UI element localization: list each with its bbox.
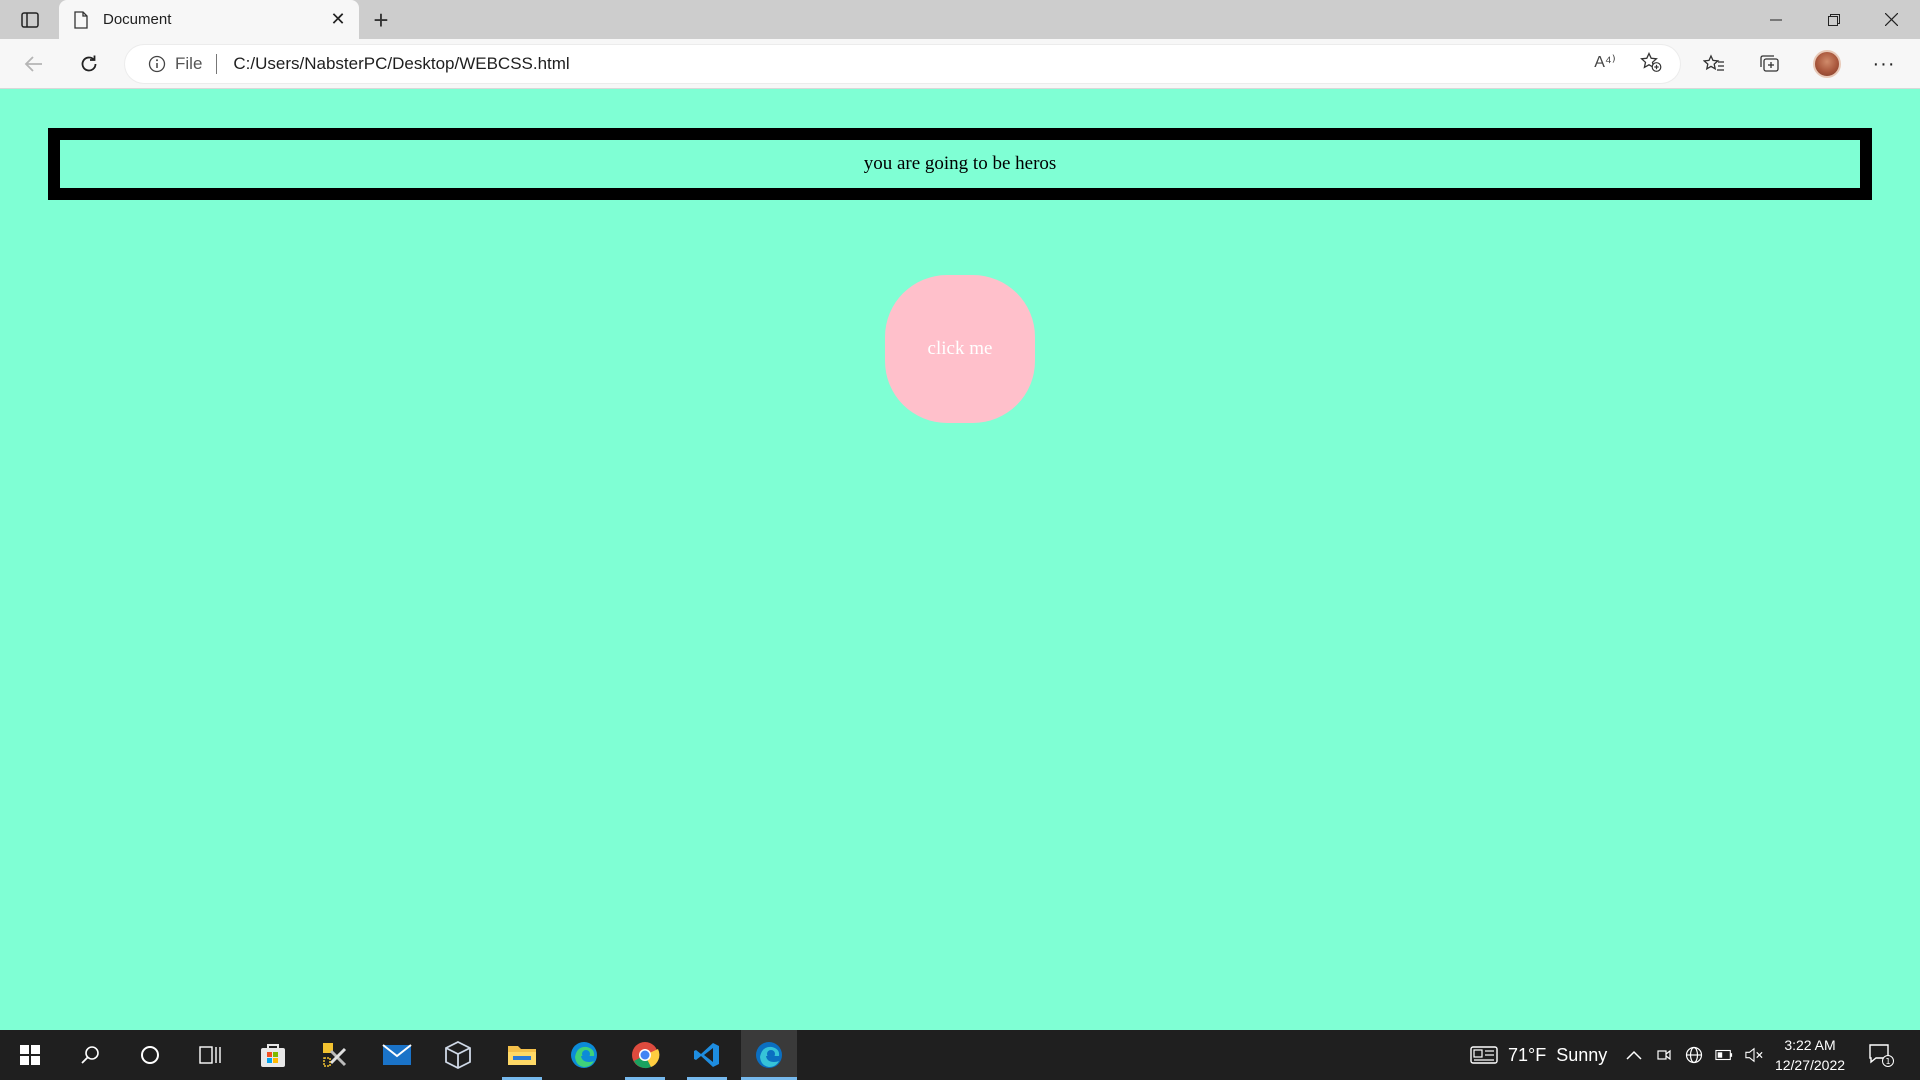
refresh-icon[interactable] — [71, 46, 107, 82]
back-icon[interactable] — [16, 46, 52, 82]
system-tray — [1625, 1030, 1763, 1080]
edge-icon[interactable] — [556, 1030, 612, 1080]
tab-strip: Document ✕ + — [0, 0, 1920, 39]
add-favorite-icon[interactable] — [1636, 47, 1666, 77]
weather-temp: 71°F — [1508, 1044, 1547, 1065]
info-icon[interactable] — [147, 54, 167, 74]
tab-title: Document — [103, 11, 172, 28]
task-view-icon[interactable] — [182, 1030, 238, 1080]
cortana-icon[interactable] — [122, 1030, 178, 1080]
notification-icon[interactable]: 1 — [1866, 1040, 1896, 1070]
hero-text: you are going to be heros — [863, 153, 1057, 174]
store-icon[interactable] — [245, 1030, 301, 1080]
page-body: you are going to be heros click me — [0, 90, 1920, 1030]
more-options-icon[interactable]: ··· — [1866, 46, 1902, 82]
new-tab-icon[interactable]: + — [366, 5, 396, 35]
battery-icon[interactable] — [1715, 1046, 1733, 1064]
address-scheme: File — [175, 54, 203, 73]
browser-toolbar: File C:/Users/NabsterPC/Desktop/WEBCSS.h… — [0, 39, 1920, 89]
vscode-icon[interactable] — [679, 1030, 735, 1080]
tab-document[interactable]: Document ✕ — [59, 0, 359, 39]
address-separator — [216, 54, 218, 74]
edge-dev-icon[interactable] — [741, 1030, 797, 1080]
mail-icon[interactable] — [369, 1030, 425, 1080]
globe-icon[interactable] — [1685, 1046, 1703, 1064]
collections-icon[interactable] — [1752, 46, 1788, 82]
avatar — [1813, 50, 1841, 78]
read-aloud-icon[interactable]: A⁴⁾ — [1590, 47, 1620, 77]
address-bar[interactable]: File C:/Users/NabsterPC/Desktop/WEBCSS.h… — [125, 45, 1680, 83]
file-explorer-icon[interactable] — [494, 1030, 550, 1080]
click-me-button[interactable]: click me — [885, 275, 1035, 423]
address-url[interactable]: C:/Users/NabsterPC/Desktop/WEBCSS.html — [233, 54, 569, 74]
profile-avatar[interactable] — [1809, 46, 1845, 82]
weather-icon — [1470, 1046, 1498, 1064]
close-window-icon[interactable] — [1862, 0, 1920, 39]
clock[interactable]: 3:22 AM 12/27/2022 — [1770, 1035, 1850, 1075]
weather-widget[interactable]: 71°F Sunny — [1470, 1030, 1607, 1080]
hero-box: you are going to be heros — [48, 128, 1872, 200]
chevron-up-icon[interactable] — [1625, 1046, 1643, 1064]
notification-count: 1 — [1885, 1057, 1890, 1066]
clock-date: 12/27/2022 — [1774, 1057, 1846, 1073]
restore-icon[interactable] — [1805, 0, 1863, 39]
clock-time: 3:22 AM — [1784, 1037, 1836, 1053]
virtualbox-icon[interactable] — [430, 1030, 486, 1080]
start-icon[interactable] — [2, 1030, 58, 1080]
meet-now-icon[interactable] — [1655, 1046, 1673, 1064]
page-icon — [73, 10, 89, 30]
tab-actions-icon[interactable] — [14, 8, 46, 32]
weather-desc: Sunny — [1556, 1044, 1608, 1065]
minimize-icon[interactable] — [1747, 0, 1805, 39]
tools-icon[interactable] — [307, 1030, 363, 1080]
chrome-icon[interactable] — [617, 1030, 673, 1080]
volume-muted-icon[interactable] — [1745, 1046, 1763, 1064]
search-icon[interactable] — [62, 1030, 118, 1080]
tab-close-icon[interactable]: ✕ — [323, 5, 353, 35]
taskbar: 71°F Sunny 3:22 AM 12/27/2022 1 — [0, 1030, 1920, 1080]
favorites-icon[interactable] — [1696, 46, 1732, 82]
